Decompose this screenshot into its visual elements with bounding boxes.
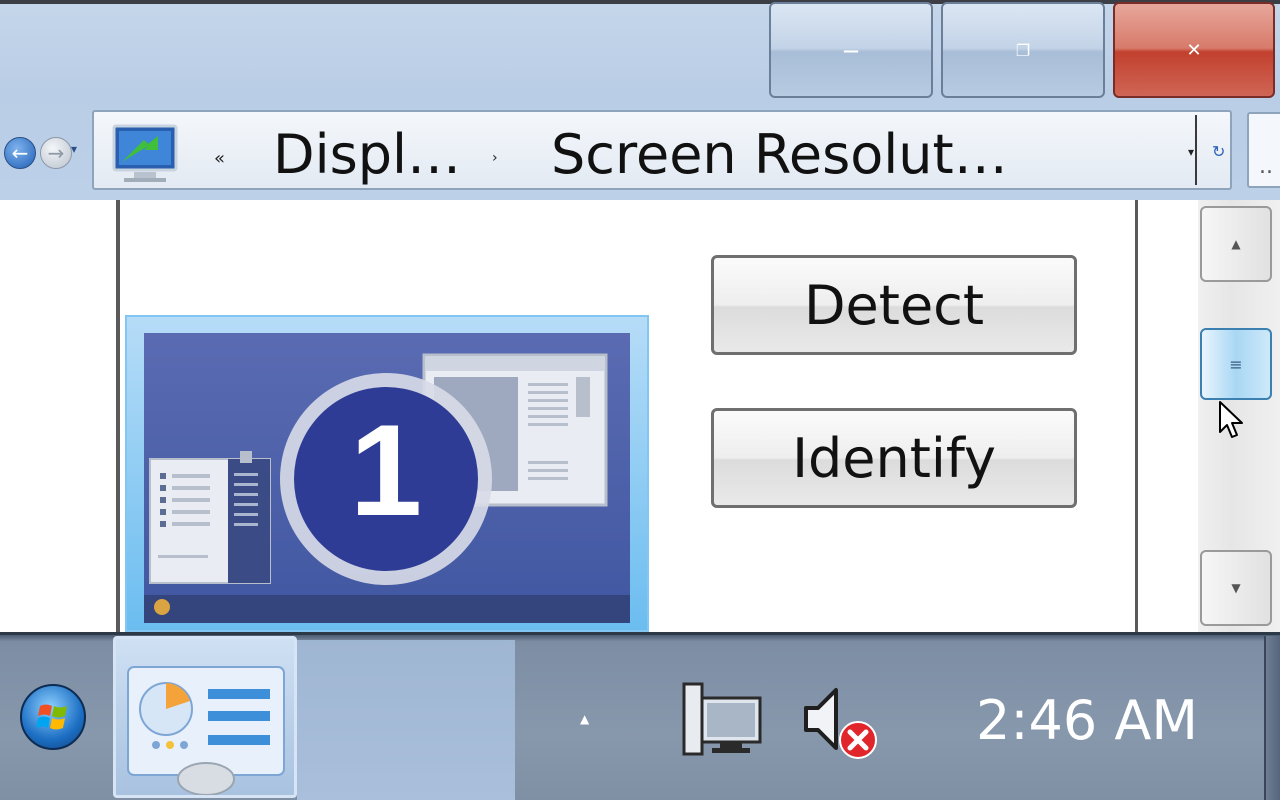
scroll-down-icon: ▼ <box>1231 581 1241 595</box>
scroll-up-button[interactable]: ▲ <box>1200 206 1272 282</box>
close-button[interactable]: ✕ <box>1113 2 1275 98</box>
scroll-up-icon: ▲ <box>1231 237 1241 251</box>
breadcrumb-screen-resolution[interactable]: Screen Resolut… <box>551 128 1008 182</box>
forward-button[interactable]: → <box>40 137 72 169</box>
search-box[interactable]: .. <box>1247 112 1280 188</box>
search-box-text: .. <box>1259 154 1273 179</box>
content-border-right <box>1135 200 1138 632</box>
detect-button-label: Detect <box>803 273 985 337</box>
address-divider <box>1195 115 1197 185</box>
restore-icon: ❐ <box>1015 40 1031 60</box>
refresh-icon[interactable]: ↻ <box>1212 142 1225 161</box>
control-panel-display-icon[interactable] <box>113 636 297 798</box>
forward-arrow-icon: → <box>47 141 65 165</box>
scroll-thumb[interactable]: ≡ <box>1200 328 1272 400</box>
back-button[interactable]: ← <box>4 137 36 169</box>
monitor-number: 1 <box>349 397 423 543</box>
recent-pages-dropdown[interactable]: ▾ <box>71 142 77 156</box>
identify-button[interactable]: Identify <box>711 408 1077 508</box>
volume-muted-icon[interactable] <box>800 682 882 762</box>
minimize-icon: — <box>843 40 859 60</box>
scroll-grip-icon: ≡ <box>1229 354 1243 374</box>
show-hidden-icons-button[interactable]: ▲ <box>580 712 589 726</box>
breadcrumb-overflow[interactable]: « <box>214 148 225 169</box>
display-app-icon <box>127 666 285 796</box>
detect-button[interactable]: Detect <box>711 255 1077 355</box>
close-icon: ✕ <box>1186 39 1202 61</box>
windows-flag-icon <box>36 704 67 730</box>
show-desktop-button[interactable] <box>1264 636 1280 800</box>
minimize-button[interactable]: — <box>769 2 933 98</box>
identify-button-label: Identify <box>792 426 996 490</box>
windows-start-orb-icon[interactable] <box>20 684 86 750</box>
display-settings-icon <box>112 124 178 182</box>
address-history-dropdown[interactable]: ▾ <box>1188 145 1194 159</box>
maximize-button[interactable]: ❐ <box>941 2 1105 98</box>
back-arrow-icon: ← <box>11 141 29 165</box>
system-clock[interactable]: 2:46 AM <box>976 694 1198 748</box>
content-border-left <box>116 200 120 632</box>
mouse-cursor-icon <box>1219 401 1243 438</box>
monitor-preview-screen: 1 <box>144 333 630 623</box>
taskbar-empty-area <box>297 640 515 800</box>
network-computer-icon[interactable] <box>680 680 766 758</box>
scroll-down-button[interactable]: ▼ <box>1200 550 1272 626</box>
breadcrumb-display[interactable]: Displ… <box>273 128 461 182</box>
breadcrumb-separator[interactable]: › <box>492 150 498 166</box>
